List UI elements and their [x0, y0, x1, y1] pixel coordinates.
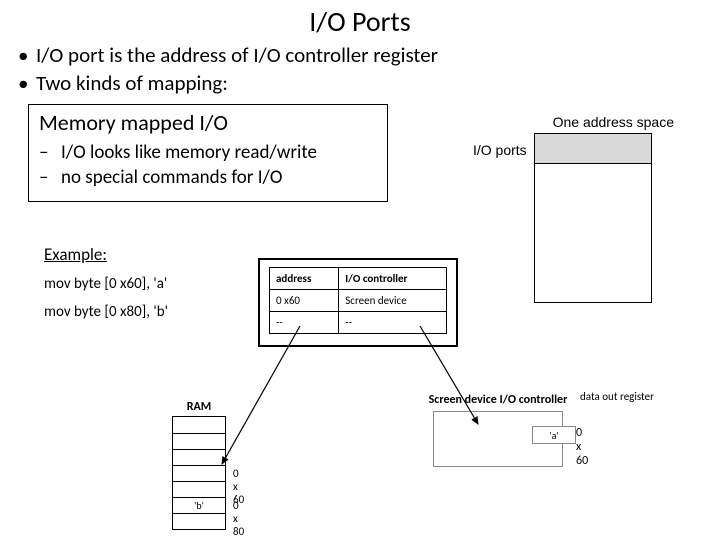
bullet-dot-icon: •	[18, 69, 36, 97]
dash-item: I/O looks like memory read/write	[61, 140, 317, 166]
box-title: Memory mapped I/O	[39, 109, 377, 136]
controller-addr: 0 x 60	[576, 426, 588, 468]
table-header: I/O controller	[339, 268, 447, 290]
controller-title: Screen device I/O controller	[418, 394, 578, 407]
address-space-rect: I/O ports	[534, 133, 652, 303]
ram-box: 0 x 60 'b'0 x 80	[172, 416, 226, 530]
bullet-list: •I/O port is the address of I/O controll…	[18, 41, 720, 98]
io-ports-region	[535, 134, 651, 164]
example-block: Example: mov byte [0 x60], 'a' mov byte …	[44, 244, 168, 321]
table-cell: Screen device	[339, 290, 447, 312]
dash-list: –I/O looks like memory read/write –no sp…	[39, 140, 377, 191]
ram-label: RAM	[172, 400, 226, 414]
controller-register: 'a'	[532, 426, 576, 444]
ram-diagram: RAM 0 x 60 'b'0 x 80	[172, 400, 226, 530]
io-ports-label: I/O ports	[473, 142, 527, 158]
bullet-dot-icon: •	[18, 41, 36, 69]
dash-icon: –	[39, 140, 61, 166]
ram-address: 0 x 80	[233, 499, 244, 538]
code-line: mov byte [0 x60], 'a'	[44, 275, 168, 293]
bullet-item: I/O port is the address of I/O controlle…	[36, 41, 438, 69]
table-cell: --	[339, 312, 447, 334]
mapping-table: address I/O controller 0 x60 Screen devi…	[269, 267, 447, 334]
example-heading: Example:	[44, 244, 168, 265]
ram-value: 'b'	[173, 498, 225, 514]
controller-box: 'a'	[433, 411, 563, 467]
diagram-caption: One address space	[472, 114, 674, 130]
data-out-label: data out register	[580, 390, 654, 403]
code-line: mov byte [0 x80], 'b'	[44, 303, 168, 321]
table-row: 0 x60 Screen device	[270, 290, 447, 312]
dash-icon: –	[39, 165, 61, 191]
controller-diagram: Screen device I/O controller 'a' data ou…	[418, 394, 578, 467]
table-cell: 0 x60	[270, 290, 339, 312]
dash-item: no special commands for I/O	[61, 165, 282, 191]
table-header: address	[270, 268, 339, 290]
table-row: -- --	[270, 312, 447, 334]
slide-title: I/O Ports	[0, 4, 720, 39]
address-space-diagram: One address space I/O ports	[472, 114, 682, 303]
mapping-table-box: address I/O controller 0 x60 Screen devi…	[258, 258, 458, 347]
table-cell: --	[270, 312, 339, 334]
bullet-item: Two kinds of mapping:	[36, 69, 228, 97]
memory-mapped-box: Memory mapped I/O –I/O looks like memory…	[28, 104, 388, 202]
